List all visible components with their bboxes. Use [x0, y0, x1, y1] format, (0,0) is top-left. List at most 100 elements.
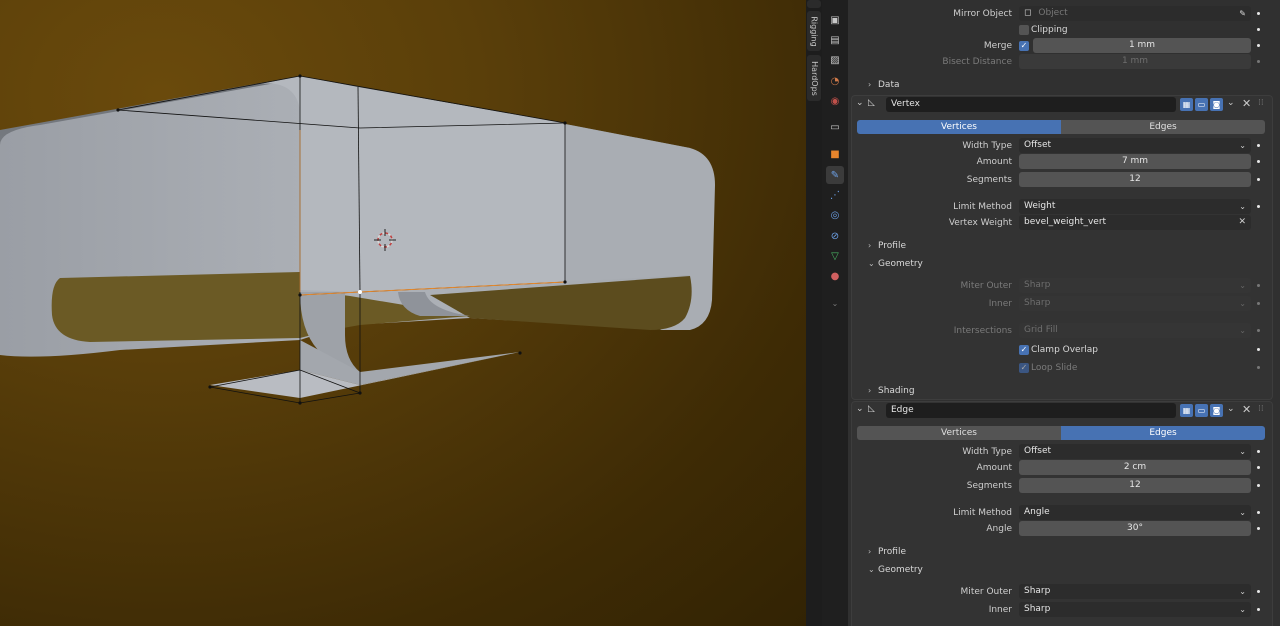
- collapse-chevron-icon[interactable]: ⌄: [856, 98, 864, 108]
- keyframe-dot[interactable]: [1257, 329, 1260, 332]
- keyframe-dot[interactable]: [1257, 60, 1260, 63]
- loop-slide-checkbox[interactable]: ✓: [1019, 363, 1029, 373]
- collapse-chevron-icon[interactable]: ⌄: [856, 404, 864, 414]
- close-icon[interactable]: ✕: [1242, 97, 1251, 110]
- collection-icon[interactable]: ▭: [826, 118, 844, 136]
- segments-field[interactable]: 12: [1019, 172, 1251, 187]
- affect-vertices-button[interactable]: Vertices: [857, 120, 1061, 134]
- close-icon[interactable]: ✕: [1242, 403, 1251, 416]
- keyframe-dot[interactable]: [1257, 366, 1260, 369]
- segments-row: Segments 12: [848, 172, 1280, 188]
- sidebar-tab-rigging[interactable]: Rigging: [807, 11, 821, 51]
- view-layer-icon[interactable]: ▨: [826, 51, 844, 69]
- sidebar-tab-partial[interactable]: [807, 0, 821, 8]
- profile-subpanel-header[interactable]: › Profile: [868, 238, 906, 254]
- profile-subpanel-header[interactable]: › Profile: [868, 544, 906, 560]
- width-type-dropdown[interactable]: Offset ⌄: [1019, 138, 1251, 153]
- affect-edges-button[interactable]: Edges: [1061, 120, 1265, 134]
- amount-row: Amount 7 mm: [848, 154, 1280, 170]
- keyframe-dot[interactable]: [1257, 484, 1260, 487]
- shading-label: Shading: [878, 386, 915, 396]
- geometry-subpanel-header[interactable]: ⌄ Geometry: [868, 256, 923, 272]
- keyframe-dot[interactable]: [1257, 144, 1260, 147]
- eyedropper-icon[interactable]: ✎: [1239, 6, 1246, 21]
- limit-method-dropdown[interactable]: Angle ⌄: [1019, 505, 1251, 520]
- viewport-toggle-icon[interactable]: ▭: [1195, 98, 1208, 111]
- vertex-weight-field[interactable]: bevel_weight_vert ✕: [1019, 215, 1251, 230]
- bisect-distance-field[interactable]: 1 mm: [1019, 54, 1251, 69]
- keyframe-dot[interactable]: [1257, 466, 1260, 469]
- mirror-object-field[interactable]: ◻ Object ✎: [1019, 6, 1251, 21]
- bevel-vertex-header[interactable]: ⌄ ◺ Vertex ▦ ▭ ◙ ⌄ ✕ ⁞⁞: [852, 96, 1270, 114]
- dropdown-chevron-icon[interactable]: ⌄: [1227, 404, 1235, 414]
- miter-outer-dropdown[interactable]: Sharp ⌄: [1019, 584, 1251, 599]
- scene-icon[interactable]: ◔: [826, 72, 844, 90]
- angle-field[interactable]: 30°: [1019, 521, 1251, 536]
- inner-value: Sharp: [1024, 298, 1051, 308]
- keyframe-dot[interactable]: [1257, 450, 1260, 453]
- keyframe-dot[interactable]: [1257, 44, 1260, 47]
- clear-icon[interactable]: ✕: [1238, 215, 1246, 230]
- keyframe-dot[interactable]: [1257, 160, 1260, 163]
- modifier-name-field[interactable]: Edge: [886, 403, 1176, 418]
- inner-dropdown[interactable]: Sharp ⌄: [1019, 602, 1251, 617]
- segments-field[interactable]: 12: [1019, 478, 1251, 493]
- inner-dropdown[interactable]: Sharp ⌄: [1019, 296, 1251, 311]
- drag-handle-icon[interactable]: ⁞⁞: [1258, 98, 1264, 108]
- render-icon[interactable]: ▣: [826, 11, 844, 29]
- modifier-name-field[interactable]: Vertex: [886, 97, 1176, 112]
- sidebar-tab-hardops[interactable]: HardOps: [807, 55, 821, 101]
- width-type-dropdown[interactable]: Offset ⌄: [1019, 444, 1251, 459]
- keyframe-dot[interactable]: [1257, 12, 1260, 15]
- render-toggle-icon[interactable]: ◙: [1210, 98, 1223, 111]
- 3d-viewport[interactable]: [0, 0, 806, 626]
- chevron-down-icon: ⌄: [1239, 447, 1246, 456]
- amount-field[interactable]: 2 cm: [1019, 460, 1251, 475]
- edit-mode-toggle-icon[interactable]: ▦: [1180, 404, 1193, 417]
- chevron-down-icon: ⌄: [1239, 326, 1246, 335]
- more-tabs-chevron-icon[interactable]: ⌄: [826, 294, 844, 312]
- keyframe-dot[interactable]: [1257, 178, 1260, 181]
- merge-distance-field[interactable]: 1 mm: [1033, 38, 1251, 53]
- keyframe-dot[interactable]: [1257, 590, 1260, 593]
- world-icon[interactable]: ◉: [826, 92, 844, 110]
- constraints-icon[interactable]: ⊘: [826, 227, 844, 245]
- data-icon[interactable]: ▽: [826, 247, 844, 265]
- data-subpanel-header[interactable]: › Data: [868, 77, 900, 93]
- physics-icon[interactable]: ◎: [826, 206, 844, 224]
- intersections-dropdown[interactable]: Grid Fill ⌄: [1019, 323, 1251, 338]
- render-toggle-icon[interactable]: ◙: [1210, 404, 1223, 417]
- keyframe-dot[interactable]: [1257, 527, 1260, 530]
- affect-edges-button[interactable]: Edges: [1061, 426, 1265, 440]
- keyframe-dot[interactable]: [1257, 302, 1260, 305]
- keyframe-dot[interactable]: [1257, 28, 1260, 31]
- modifier-icon[interactable]: ✎: [826, 166, 844, 184]
- keyframe-dot[interactable]: [1257, 511, 1260, 514]
- merge-row: Merge ✓ 1 mm: [848, 38, 1280, 54]
- clipping-checkbox[interactable]: [1019, 25, 1029, 35]
- particles-icon[interactable]: ⋰: [826, 186, 844, 204]
- viewport-toggle-icon[interactable]: ▭: [1195, 404, 1208, 417]
- material-icon[interactable]: ●: [826, 267, 844, 285]
- object-icon[interactable]: ■: [826, 145, 844, 163]
- shading-subpanel-header[interactable]: › Shading: [868, 383, 915, 399]
- amount-field[interactable]: 7 mm: [1019, 154, 1251, 169]
- merge-checkbox[interactable]: ✓: [1019, 41, 1029, 51]
- keyframe-dot[interactable]: [1257, 348, 1260, 351]
- geometry-subpanel-header[interactable]: ⌄ Geometry: [868, 562, 923, 578]
- drag-handle-icon[interactable]: ⁞⁞: [1258, 404, 1264, 414]
- limit-method-dropdown[interactable]: Weight ⌄: [1019, 199, 1251, 214]
- active-vertex: [358, 290, 362, 294]
- edit-mode-toggle-icon[interactable]: ▦: [1180, 98, 1193, 111]
- keyframe-dot[interactable]: [1257, 608, 1260, 611]
- bevel-edge-header[interactable]: ⌄ ◺ Edge ▦ ▭ ◙ ⌄ ✕ ⁞⁞: [852, 402, 1270, 420]
- intersections-value: Grid Fill: [1024, 325, 1058, 335]
- keyframe-dot[interactable]: [1257, 284, 1260, 287]
- output-icon[interactable]: ▤: [826, 31, 844, 49]
- dropdown-chevron-icon[interactable]: ⌄: [1227, 98, 1235, 108]
- keyframe-dot[interactable]: [1257, 205, 1260, 208]
- miter-outer-dropdown[interactable]: Sharp ⌄: [1019, 278, 1251, 293]
- clamp-overlap-checkbox[interactable]: ✓: [1019, 345, 1029, 355]
- affect-vertices-button[interactable]: Vertices: [857, 426, 1061, 440]
- chevron-right-icon: ›: [868, 80, 872, 89]
